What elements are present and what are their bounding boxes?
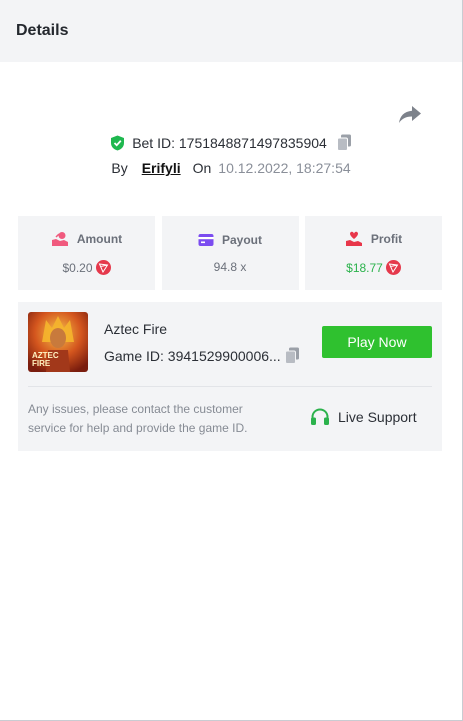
- game-card: AZTEC FIRE Aztec Fire Game ID: 394152990…: [18, 302, 442, 451]
- by-label: By: [111, 160, 128, 176]
- trx-coin-icon: [95, 260, 111, 275]
- game-thumbnail[interactable]: AZTEC FIRE: [28, 312, 88, 372]
- card-icon: [198, 233, 214, 246]
- copy-bet-id-icon[interactable]: [336, 134, 352, 151]
- stat-amount-value: $0.20: [62, 260, 93, 275]
- username-link[interactable]: Erifyli: [142, 160, 181, 176]
- game-id-row: Game ID: 3941529900006...: [104, 347, 300, 364]
- stat-profit: Profit $18.77: [305, 216, 442, 290]
- stat-payout-label: Payout: [221, 232, 262, 247]
- stat-profit-label: Profit: [370, 232, 403, 246]
- verified-shield-icon: [111, 135, 125, 150]
- share-icon[interactable]: [398, 104, 422, 124]
- hand-coins-icon: [51, 232, 68, 246]
- trx-coin-icon: [385, 260, 401, 275]
- live-support-label: Live Support: [338, 409, 417, 425]
- thumb-title-2: FIRE: [32, 359, 51, 368]
- hand-heart-icon: [345, 231, 362, 246]
- live-support-button[interactable]: Live Support: [310, 408, 417, 426]
- details-header: Details: [0, 0, 462, 62]
- game-name: Aztec Fire: [104, 321, 168, 337]
- stat-amount-label: Amount: [76, 232, 123, 246]
- game-id-text: Game ID: 3941529900006...: [104, 347, 281, 364]
- support-notice: Any issues, please contact the customer …: [28, 402, 248, 435]
- bet-datetime: 10.12.2022, 18:27:54: [218, 160, 351, 176]
- stat-amount: Amount $0.20: [18, 216, 155, 290]
- details-panel: Details Bet ID: 1751848871497835904 By E…: [0, 0, 463, 721]
- stat-payout-value: 94.8 x: [213, 259, 247, 274]
- page-title: Details: [16, 22, 69, 39]
- bet-id-value: 1751848871497835904: [178, 134, 327, 151]
- stat-profit-value: $18.77: [346, 260, 383, 275]
- bet-id-label: Bet ID:: [132, 134, 175, 151]
- bet-stats: Amount $0.20 Payout 94.8 x Profit $18.77: [18, 216, 442, 290]
- divider: [28, 386, 432, 387]
- copy-game-id-icon[interactable]: [284, 347, 300, 364]
- headset-icon: [311, 408, 329, 425]
- stat-payout: Payout 94.8 x: [161, 216, 299, 290]
- play-now-button[interactable]: Play Now: [322, 326, 432, 358]
- bet-author-row: By Erifyli On 10.12.2022, 18:27:54: [0, 160, 462, 176]
- bet-id-row: Bet ID: 1751848871497835904: [0, 134, 462, 151]
- on-label: On: [192, 160, 212, 176]
